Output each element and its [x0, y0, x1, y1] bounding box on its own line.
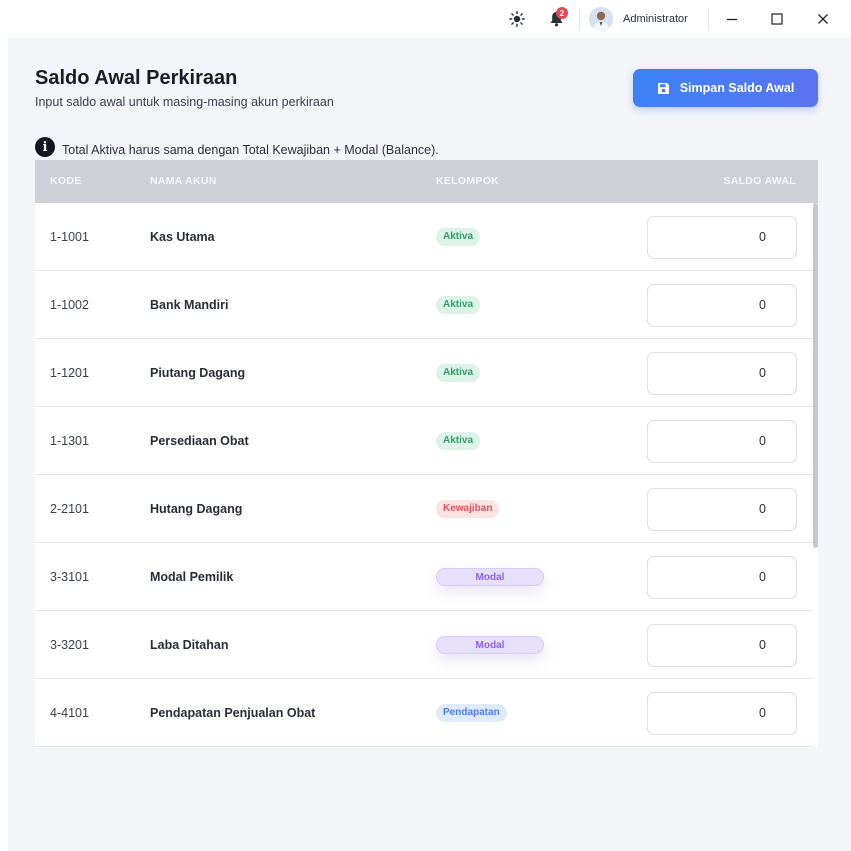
- close-icon: [818, 14, 828, 24]
- avatar[interactable]: [589, 7, 613, 31]
- account-code: 1-1301: [50, 434, 89, 448]
- maximize-icon: [771, 13, 783, 25]
- info-icon: i: [35, 137, 55, 157]
- account-name: Piutang Dagang: [150, 366, 246, 380]
- username[interactable]: Administrator: [623, 0, 688, 38]
- page-title: Saldo Awal Perkiraan: [35, 67, 238, 89]
- table-row: 4-4101 Pendapatan Penjualan Obat Pendapa…: [35, 679, 813, 747]
- group-badge: Kewajiban: [436, 500, 500, 518]
- group-badge: Aktiva: [436, 228, 481, 246]
- saldo-input[interactable]: 0: [647, 692, 797, 735]
- header-kelompok: KELOMPOK: [436, 175, 500, 187]
- group-badge: Modal: [436, 568, 544, 586]
- group-badge: Modal: [436, 636, 544, 654]
- accounts-table: KODE NAMA AKUN KELOMPOK SALDO AWAL 1-100…: [35, 160, 818, 748]
- header-kode: KODE: [50, 175, 82, 187]
- title-bar: 2 Administrator: [0, 0, 851, 38]
- account-name: Hutang Dagang: [150, 502, 243, 516]
- header-saldo-awal: SALDO AWAL: [723, 175, 796, 187]
- table-row: 3-3101 Modal Pemilik Modal 0: [35, 543, 813, 611]
- saldo-input[interactable]: 0: [647, 352, 797, 395]
- save-icon: [657, 82, 669, 94]
- close-button[interactable]: [803, 0, 843, 38]
- save-button-label: Simpan Saldo Awal: [679, 81, 795, 95]
- minimize-icon: [727, 18, 737, 21]
- page-subtitle: Input saldo awal untuk masing-masing aku…: [35, 95, 334, 109]
- table-header: KODE NAMA AKUN KELOMPOK SALDO AWAL: [35, 160, 818, 203]
- save-button[interactable]: Simpan Saldo Awal: [633, 69, 818, 107]
- saldo-input[interactable]: 0: [647, 488, 797, 531]
- account-code: 3-3101: [50, 570, 89, 584]
- notification-badge: 2: [556, 7, 568, 19]
- account-name: Pendapatan Penjualan Obat: [150, 706, 316, 720]
- notification-button[interactable]: 2: [544, 0, 568, 38]
- divider: [579, 8, 580, 30]
- account-name: Persediaan Obat: [150, 434, 249, 448]
- account-code: 1-1002: [50, 298, 89, 312]
- group-badge: Pendapatan: [436, 704, 507, 722]
- account-code: 1-1001: [50, 230, 89, 244]
- table-row: 1-1001 Kas Utama Aktiva 0: [35, 203, 813, 271]
- account-code: 2-2101: [50, 502, 89, 516]
- info-note: i Total Aktiva harus sama dengan Total K…: [35, 137, 439, 157]
- table-row: 1-1301 Persediaan Obat Aktiva 0: [35, 407, 813, 475]
- group-badge: Aktiva: [436, 432, 481, 450]
- saldo-input[interactable]: 0: [647, 556, 797, 599]
- saldo-input[interactable]: 0: [647, 216, 797, 259]
- maximize-button[interactable]: [757, 0, 797, 38]
- account-name: Modal Pemilik: [150, 570, 234, 584]
- header-nama-akun: NAMA AKUN: [150, 175, 217, 187]
- divider: [708, 8, 709, 30]
- minimize-button[interactable]: [712, 0, 752, 38]
- account-name: Bank Mandiri: [150, 298, 229, 312]
- account-code: 4-4101: [50, 706, 89, 720]
- account-name: Laba Ditahan: [150, 638, 229, 652]
- scrollbar[interactable]: [813, 203, 818, 548]
- info-text: Total Aktiva harus sama dengan Total Kew…: [62, 143, 439, 157]
- account-name: Kas Utama: [150, 230, 215, 244]
- account-code: 1-1201: [50, 366, 89, 380]
- group-badge: Aktiva: [436, 296, 481, 314]
- group-badge: Aktiva: [436, 364, 481, 382]
- saldo-input[interactable]: 0: [647, 420, 797, 463]
- table-row: 1-1002 Bank Mandiri Aktiva 0: [35, 271, 813, 339]
- account-code: 3-3201: [50, 638, 89, 652]
- content-area: Saldo Awal Perkiraan Input saldo awal un…: [8, 38, 851, 851]
- table-row: 2-2101 Hutang Dagang Kewajiban 0: [35, 475, 813, 543]
- table-row: 3-3201 Laba Ditahan Modal 0: [35, 611, 813, 679]
- table-row: 1-1201 Piutang Dagang Aktiva 0: [35, 339, 813, 407]
- sun-icon[interactable]: [505, 0, 529, 38]
- saldo-input[interactable]: 0: [647, 624, 797, 667]
- saldo-input[interactable]: 0: [647, 284, 797, 327]
